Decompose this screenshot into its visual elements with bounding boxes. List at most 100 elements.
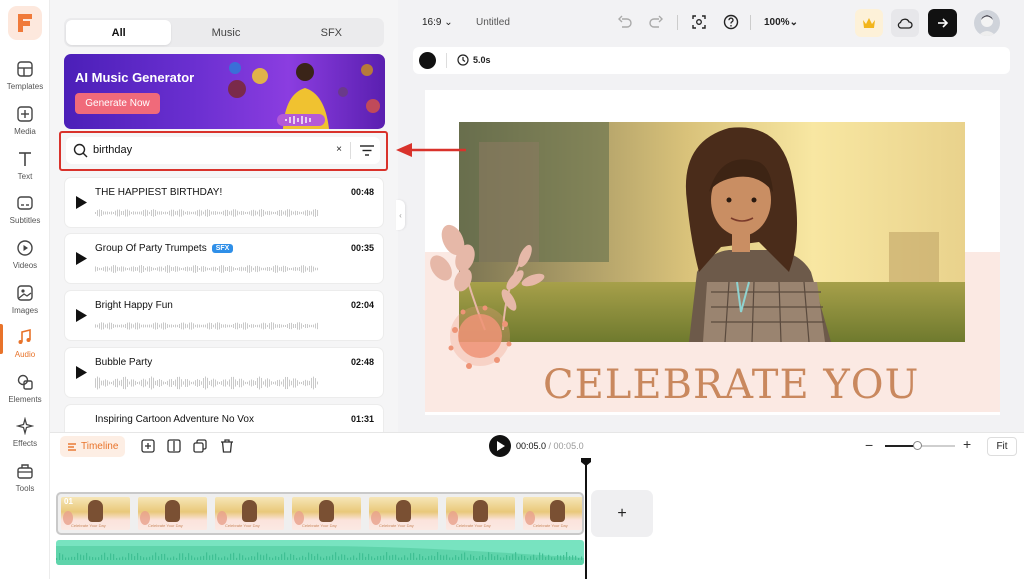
rail-item-tools[interactable]: Tools <box>0 460 50 504</box>
track-item[interactable]: Bubble Party 02:48 <box>64 347 384 398</box>
track-item[interactable]: Inspiring Cartoon Adventure No Vox 01:31 <box>64 404 384 432</box>
waveform-bar <box>201 381 202 385</box>
duration-control[interactable]: 5.0s <box>457 54 491 66</box>
audio-waveform-bar <box>170 557 172 560</box>
banner-illustration <box>228 62 380 129</box>
zoom-select[interactable]: 100%⌄ <box>764 17 798 28</box>
playhead[interactable] <box>585 458 587 579</box>
waveform-bar <box>239 323 240 329</box>
rail-item-images[interactable]: Images <box>0 282 50 326</box>
waveform-bar <box>215 379 216 387</box>
background-color-swatch[interactable] <box>419 52 436 69</box>
audio-track[interactable] <box>56 540 584 565</box>
rail-item-videos[interactable]: Videos <box>0 237 50 281</box>
redo-icon[interactable] <box>648 14 664 30</box>
play-icon[interactable] <box>75 196 87 209</box>
filter-icon[interactable] <box>359 143 375 158</box>
waveform-bar <box>183 267 184 271</box>
canvas-title-text[interactable]: CELEBRATE YOU <box>543 362 919 408</box>
waveform-bar <box>313 209 314 217</box>
waveform-bar <box>171 379 172 387</box>
screenshot-icon[interactable] <box>691 14 707 30</box>
thumbnail-caption: Celebrate Your Day <box>148 523 183 528</box>
app-logo[interactable] <box>8 6 42 40</box>
play-icon[interactable] <box>75 252 87 265</box>
audio-waveform-bar <box>371 556 373 560</box>
toolbar-divider <box>446 53 447 68</box>
track-item[interactable]: THE HAPPIEST BIRTHDAY! 00:48 <box>64 177 384 228</box>
waveform-bar <box>155 380 156 386</box>
generate-now-button[interactable]: Generate Now <box>75 93 160 114</box>
timeline-toggle-button[interactable]: Timeline <box>60 436 126 457</box>
zoom-in-icon[interactable]: + <box>963 436 971 452</box>
rail-item-elements[interactable]: Elements <box>0 371 50 415</box>
waveform-bar <box>315 323 316 329</box>
add-scene-button[interactable]: + <box>591 490 653 537</box>
rail-item-media[interactable]: Media <box>0 103 50 147</box>
waveform-bar <box>139 381 140 385</box>
search-bar[interactable]: birthday × <box>66 137 380 164</box>
waveform-bar <box>155 322 156 330</box>
waveform-bar <box>173 381 174 385</box>
tab-music[interactable]: Music <box>173 18 278 47</box>
thumbnail-caption: Celebrate Your Day <box>456 523 491 528</box>
audio-waveform-bar <box>287 557 289 560</box>
waveform-bar <box>275 324 276 328</box>
upgrade-button[interactable] <box>855 9 883 37</box>
undo-icon[interactable] <box>617 14 633 30</box>
waveform-bar <box>127 209 128 217</box>
delete-icon[interactable] <box>220 439 234 453</box>
audio-waveform-bar <box>98 557 100 560</box>
audio-waveform-bar <box>338 556 340 560</box>
waveform-bar <box>255 210 256 216</box>
tab-all[interactable]: All <box>66 20 172 45</box>
rail-item-text[interactable]: Text <box>0 148 50 192</box>
add-clip-icon[interactable] <box>141 439 155 453</box>
waveform-bar <box>193 211 194 215</box>
audio-waveform-bar <box>290 553 292 560</box>
rail-item-subtitles[interactable]: Subtitles <box>0 192 50 236</box>
track-item[interactable]: Group Of Party Trumpets SFX 00:35 <box>64 233 384 284</box>
help-icon[interactable] <box>723 14 739 30</box>
waveform-bar <box>123 210 124 216</box>
duplicate-icon[interactable] <box>193 439 207 453</box>
rail-item-templates[interactable]: Templates <box>0 58 50 102</box>
play-icon[interactable] <box>75 366 87 379</box>
avatar[interactable] <box>974 10 1000 36</box>
timeline-zoom-slider[interactable] <box>885 441 955 450</box>
cloud-save-button[interactable] <box>891 9 919 37</box>
play-button[interactable] <box>489 435 511 457</box>
waveform-bar <box>195 324 196 328</box>
waveform-bar <box>161 323 162 329</box>
audio-waveform-bar <box>521 554 523 560</box>
ai-music-banner[interactable]: AI Music Generator Generate Now <box>64 54 385 129</box>
waveform-bar <box>201 266 202 272</box>
track-title: THE HAPPIEST BIRTHDAY! <box>95 187 223 198</box>
search-input[interactable]: birthday <box>93 144 132 156</box>
rail-item-effects[interactable]: Effects <box>0 415 50 459</box>
project-name[interactable]: Untitled <box>476 17 510 28</box>
collapse-panel-button[interactable]: ‹ <box>396 200 405 230</box>
waveform-bar <box>309 266 310 272</box>
clear-search-icon[interactable]: × <box>332 143 346 157</box>
zoom-out-icon[interactable]: − <box>865 437 873 453</box>
split-icon[interactable] <box>167 439 181 453</box>
rail-item-audio[interactable]: Audio <box>0 326 50 370</box>
thumbnail-caption: Celebrate Your Day <box>533 523 568 528</box>
waveform-bar <box>293 211 294 215</box>
waveform-bar <box>189 267 190 271</box>
play-icon[interactable] <box>75 309 87 322</box>
waveform-bar <box>303 380 304 386</box>
playhead-handle[interactable] <box>581 458 591 466</box>
zoom-slider-handle[interactable] <box>912 441 922 450</box>
track-item[interactable]: Bright Happy Fun 02:04 <box>64 290 384 341</box>
elements-icon <box>17 374 33 390</box>
fit-button[interactable]: Fit <box>987 437 1017 456</box>
video-track[interactable]: 01 Celebrate Your Day Celebrate Your Day C… <box>56 492 584 535</box>
tab-sfx[interactable]: SFX <box>279 18 384 47</box>
waveform-bar <box>99 323 100 329</box>
aspect-ratio-select[interactable]: 16:9 ⌄ <box>422 17 453 28</box>
video-canvas[interactable]: CELEBRATE YOU <box>425 90 1000 415</box>
export-button[interactable] <box>928 9 957 37</box>
thumbnail-figure <box>319 500 334 522</box>
